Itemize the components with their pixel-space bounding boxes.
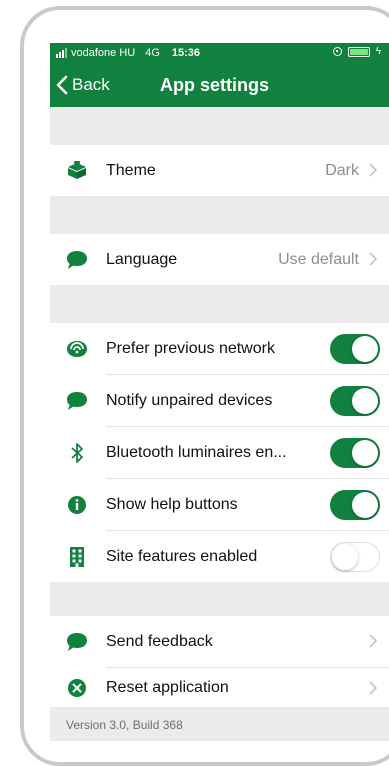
send-feedback-row[interactable]: Send feedback xyxy=(50,616,389,667)
chevron-right-icon xyxy=(369,634,377,648)
chevron-right-icon xyxy=(369,163,377,177)
back-label: Back xyxy=(72,75,110,94)
close-circle-icon xyxy=(64,675,90,701)
rotation-lock-icon xyxy=(332,47,342,56)
site-features-label: Site features enabled xyxy=(106,547,258,565)
back-button[interactable]: Back xyxy=(56,75,110,95)
network-type: 4G xyxy=(145,47,160,59)
chevron-left-icon xyxy=(56,75,68,95)
chevron-right-icon xyxy=(369,252,377,266)
speech-bubble-icon xyxy=(64,629,90,655)
site-features-toggle[interactable] xyxy=(330,541,380,572)
section-gap xyxy=(50,582,389,616)
bluetooth-toggle[interactable] xyxy=(330,437,380,468)
theme-row[interactable]: Theme Dark xyxy=(50,145,389,196)
version-footer: Version 3.0, Build 368 xyxy=(50,707,389,741)
language-value: Use default xyxy=(278,250,359,268)
bluetooth-label: Bluetooth luminaires en... xyxy=(106,443,287,461)
page-title: App settings xyxy=(160,75,270,95)
reset-row[interactable]: Reset application xyxy=(50,668,389,707)
phone-screen: vodafone HU 4G 15:36 ϟ Back App settings xyxy=(50,43,389,741)
site-features-row: Site features enabled xyxy=(50,531,389,582)
bluetooth-icon xyxy=(64,440,90,466)
signal-icon xyxy=(56,48,67,58)
carrier-name: vodafone HU xyxy=(71,47,136,59)
language-row[interactable]: Language Use default xyxy=(50,234,389,285)
battery-icon xyxy=(347,46,370,57)
bluetooth-row: Bluetooth luminaires en... xyxy=(50,427,389,478)
nav-bar: Back App settings xyxy=(50,63,389,107)
speech-bubble-icon xyxy=(64,388,90,414)
prefer-network-row: Prefer previous network xyxy=(50,323,389,374)
language-label: Language xyxy=(106,250,178,268)
network-icon xyxy=(64,336,90,362)
help-buttons-label: Show help buttons xyxy=(106,495,238,513)
info-icon xyxy=(64,492,90,518)
notify-unpaired-row: Notify unpaired devices xyxy=(50,375,389,426)
help-buttons-toggle[interactable] xyxy=(330,489,380,520)
notify-unpaired-toggle[interactable] xyxy=(330,385,380,416)
help-buttons-row: Show help buttons xyxy=(50,479,389,530)
prefer-network-label: Prefer previous network xyxy=(106,339,275,357)
charging-icon: ϟ xyxy=(375,46,381,57)
reset-label: Reset application xyxy=(106,678,229,696)
send-feedback-label: Send feedback xyxy=(106,632,213,650)
status-time: 15:36 xyxy=(171,47,201,59)
paint-bucket-icon xyxy=(64,158,90,184)
section-gap xyxy=(50,196,389,234)
prefer-network-toggle[interactable] xyxy=(330,333,380,364)
theme-label: Theme xyxy=(106,161,156,179)
status-bar: vodafone HU 4G 15:36 ϟ xyxy=(50,43,389,63)
speech-bubble-icon xyxy=(64,247,90,273)
notify-unpaired-label: Notify unpaired devices xyxy=(106,391,273,409)
chevron-right-icon xyxy=(369,681,377,695)
section-gap xyxy=(50,107,389,145)
section-gap xyxy=(50,285,389,323)
building-icon xyxy=(64,544,90,570)
theme-value: Dark xyxy=(325,161,359,179)
version-text: Version 3.0, Build 368 xyxy=(66,718,183,732)
